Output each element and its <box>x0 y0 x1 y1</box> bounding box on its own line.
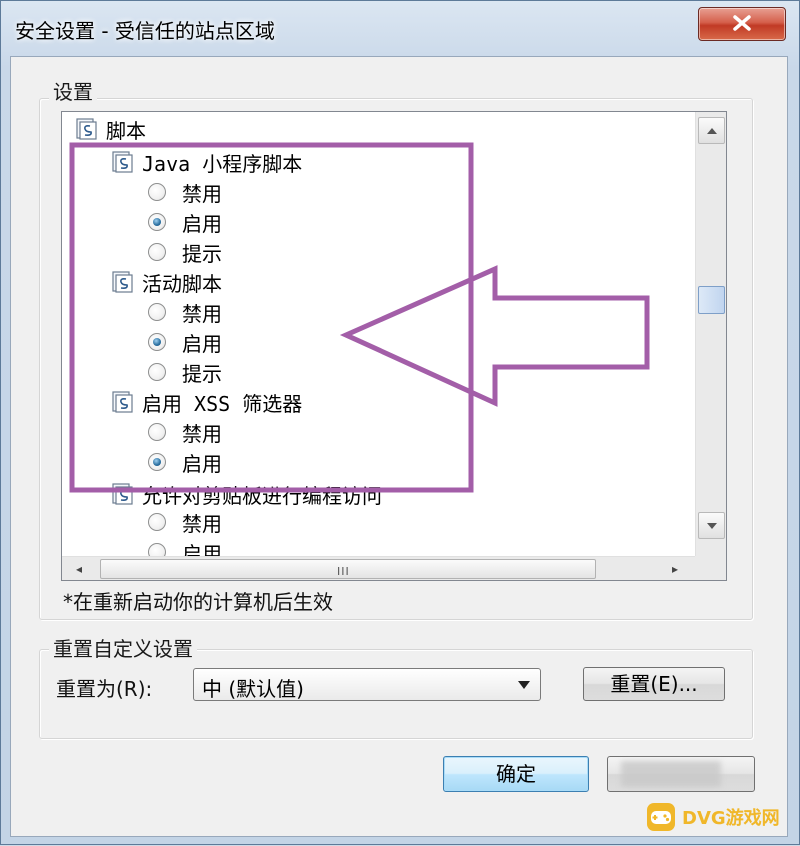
reset-button[interactable]: 重置(E)... <box>583 667 725 701</box>
radio-label: 提示 <box>182 241 222 266</box>
settings-node-icon <box>112 271 133 293</box>
radio-button-selected[interactable] <box>148 453 166 471</box>
security-settings-dialog: 安全设置 - 受信任的站点区域 设置 脚本 Java 小程序脚本 禁用 启用 提… <box>0 0 800 845</box>
tree-label: 允许对剪贴板进行编程访问 <box>142 483 382 508</box>
radio-button[interactable] <box>148 513 166 531</box>
radio-option[interactable]: 启用 <box>148 448 222 476</box>
scroll-up-button[interactable] <box>698 117 725 144</box>
radio-button-selected[interactable] <box>148 213 166 231</box>
chevron-down-icon <box>518 681 530 689</box>
scrollbar-corner <box>695 556 726 580</box>
reset-level-value: 中 (默认值) <box>202 677 304 701</box>
scroll-right-icon[interactable]: ▸ <box>672 562 678 576</box>
chevron-down-icon <box>706 522 717 529</box>
settings-tree[interactable]: 脚本 Java 小程序脚本 禁用 启用 提示 活动脚本 禁用 启用 提示 启用 … <box>61 111 727 581</box>
radio-option[interactable]: 禁用 <box>148 508 222 536</box>
gamepad-logo-icon <box>647 803 675 831</box>
restart-note: *在重新启动你的计算机后生效 <box>63 590 333 614</box>
radio-label: 禁用 <box>182 301 222 326</box>
vertical-scroll-thumb[interactable] <box>698 286 725 314</box>
radio-button[interactable] <box>148 363 166 381</box>
horizontal-scroll-thumb[interactable]: III <box>100 559 596 579</box>
radio-option[interactable]: 禁用 <box>148 298 222 326</box>
radio-option[interactable]: 提示 <box>148 358 222 386</box>
tree-node-scripting[interactable]: 脚本 <box>74 115 146 143</box>
radio-label: 提示 <box>182 361 222 386</box>
radio-label: 启用 <box>182 211 222 236</box>
tree-node-clipboard-access[interactable]: 允许对剪贴板进行编程访问 <box>110 480 382 508</box>
radio-option[interactable]: 启用 <box>148 328 222 356</box>
radio-option[interactable]: 禁用 <box>148 418 222 446</box>
tree-label: 活动脚本 <box>142 271 222 296</box>
radio-button[interactable] <box>148 423 166 441</box>
tree-label: Java 小程序脚本 <box>142 151 303 176</box>
tree-node-active-scripting[interactable]: 活动脚本 <box>110 268 222 296</box>
settings-legend: 设置 <box>49 76 97 105</box>
watermark: DVG游戏网 <box>646 799 780 835</box>
blurred-region <box>621 761 721 787</box>
tree-label: 脚本 <box>106 118 146 143</box>
radio-label: 启用 <box>182 451 222 476</box>
scroll-grip: III <box>337 565 350 578</box>
radio-label: 禁用 <box>182 421 222 446</box>
radio-label: 禁用 <box>182 511 222 536</box>
chevron-up-icon <box>706 127 717 134</box>
radio-option[interactable]: 禁用 <box>148 178 222 206</box>
radio-button-selected[interactable] <box>148 333 166 351</box>
radio-label: 启用 <box>182 331 222 356</box>
horizontal-scrollbar[interactable]: ◂ III ▸ <box>62 556 695 580</box>
radio-button[interactable] <box>148 243 166 261</box>
tree-node-xss-filter[interactable]: 启用 XSS 筛选器 <box>110 388 302 416</box>
radio-button[interactable] <box>148 183 166 201</box>
vertical-scrollbar[interactable] <box>695 112 726 557</box>
watermark-text: DVG游戏网 <box>682 808 780 829</box>
radio-label: 禁用 <box>182 181 222 206</box>
settings-node-icon <box>76 118 97 140</box>
reset-legend: 重置自定义设置 <box>49 633 197 662</box>
scroll-down-button[interactable] <box>698 512 725 539</box>
close-icon <box>733 15 751 31</box>
close-button[interactable] <box>698 7 786 41</box>
radio-option[interactable]: 启用 <box>148 208 222 236</box>
ok-button[interactable]: 确定 <box>443 756 589 792</box>
radio-button[interactable] <box>148 303 166 321</box>
tree-node-java-applet-scripting[interactable]: Java 小程序脚本 <box>110 148 302 176</box>
settings-node-icon <box>112 483 133 505</box>
tree-label: 启用 XSS 筛选器 <box>142 391 303 416</box>
settings-node-icon <box>112 391 133 413</box>
reset-level-select[interactable]: 中 (默认值) <box>193 668 541 701</box>
title-bar[interactable]: 安全设置 - 受信任的站点区域 <box>1 1 799 61</box>
window-title: 安全设置 - 受信任的站点区域 <box>15 19 275 43</box>
radio-option[interactable]: 提示 <box>148 238 222 266</box>
scroll-left-icon[interactable]: ◂ <box>76 562 82 576</box>
reset-to-label: 重置为(R): <box>56 677 153 701</box>
settings-node-icon <box>112 151 133 173</box>
